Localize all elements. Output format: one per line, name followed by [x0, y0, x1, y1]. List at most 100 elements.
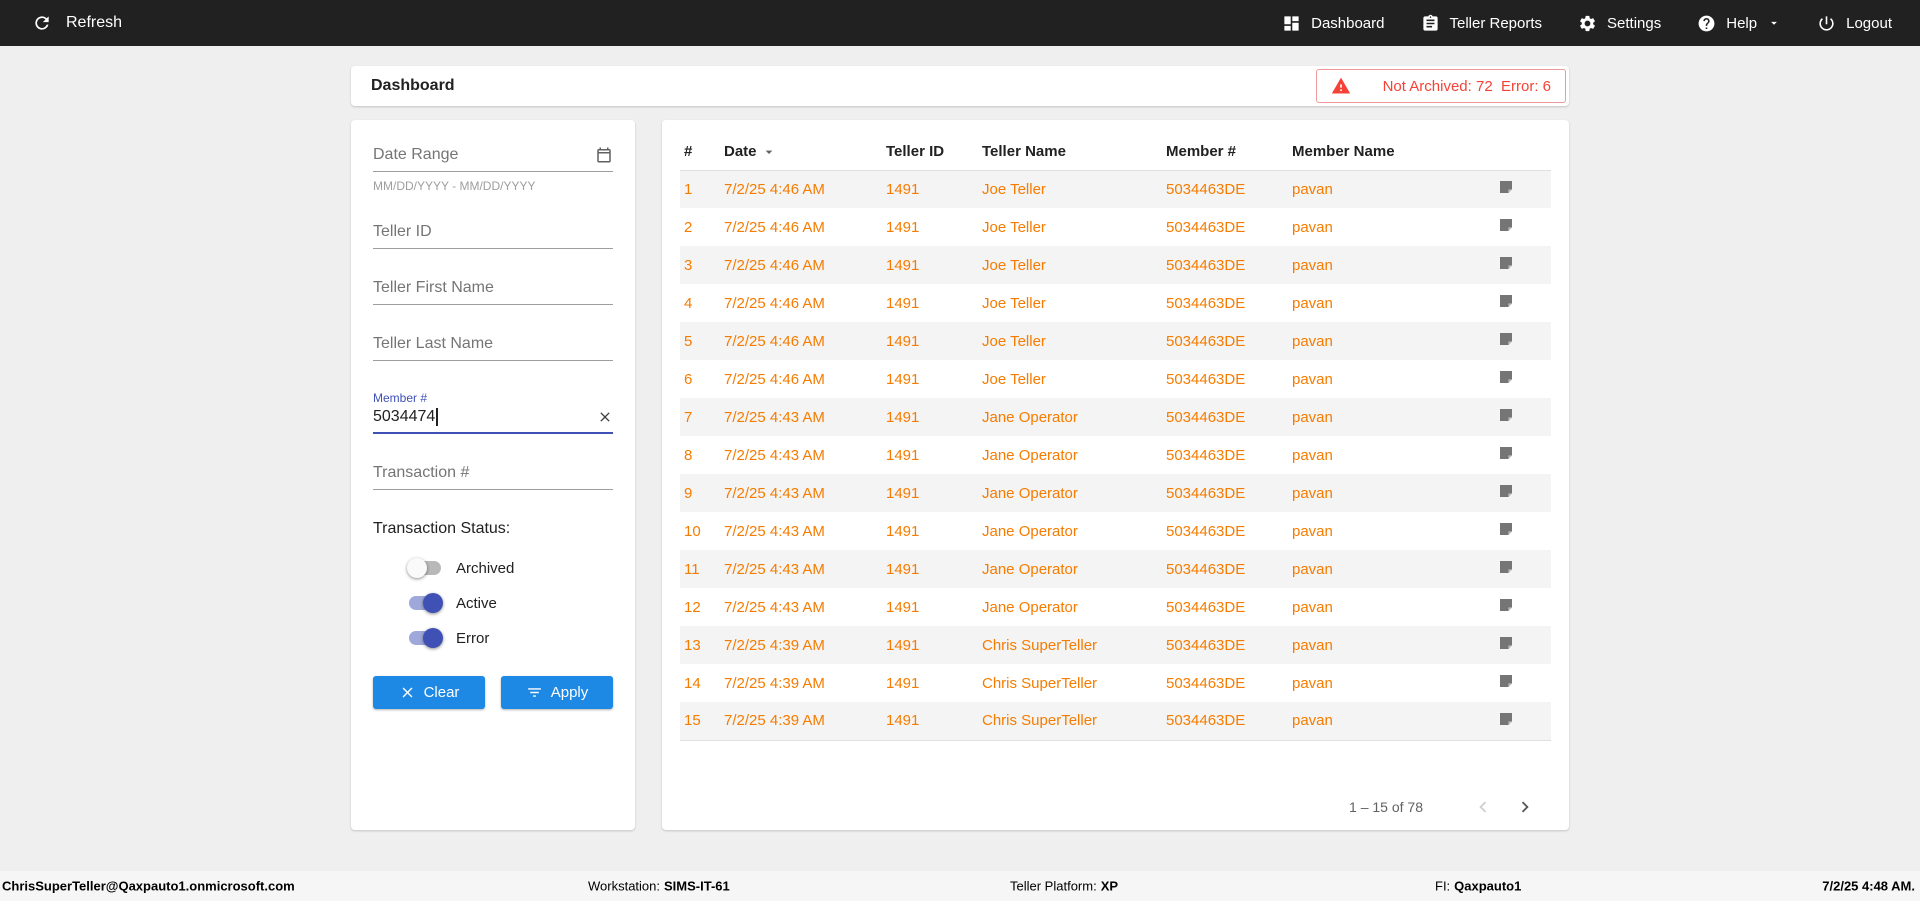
- nav-settings[interactable]: Settings: [1578, 14, 1661, 33]
- next-page-button[interactable]: [1511, 793, 1539, 821]
- row-member-number: 5034463DE: [1166, 636, 1246, 654]
- topbar-nav: Dashboard Teller Reports Settings Help L…: [1282, 14, 1892, 33]
- note-icon[interactable]: [1498, 711, 1514, 727]
- row-date: 7/2/25 4:39 AM: [724, 674, 825, 692]
- note-icon[interactable]: [1498, 255, 1514, 271]
- previous-page-button[interactable]: [1469, 793, 1497, 821]
- row-member-number: 5034463DE: [1166, 674, 1246, 692]
- table-row[interactable]: 9 7/2/25 4:43 AM 1491 Jane Operator 5034…: [680, 474, 1551, 512]
- date-range-input[interactable]: [373, 146, 595, 164]
- row-teller-id: 1491: [886, 218, 920, 236]
- col-header-member-num[interactable]: Member #: [1162, 134, 1288, 171]
- toggle-error[interactable]: Error: [373, 628, 613, 648]
- table-row[interactable]: 13 7/2/25 4:39 AM 1491 Chris SuperTeller…: [680, 626, 1551, 664]
- date-range-field: MM/DD/YYYY - MM/DD/YYYY: [373, 146, 613, 193]
- not-archived-alert[interactable]: Not Archived: 72 Error: 6: [1315, 69, 1566, 103]
- note-icon[interactable]: [1498, 521, 1514, 537]
- help-icon: [1697, 14, 1716, 33]
- member-number-label: Member #: [373, 391, 428, 405]
- table-row[interactable]: 10 7/2/25 4:43 AM 1491 Jane Operator 503…: [680, 512, 1551, 550]
- nav-dashboard[interactable]: Dashboard: [1282, 14, 1385, 33]
- row-date: 7/2/25 4:43 AM: [724, 446, 825, 464]
- note-icon[interactable]: [1498, 331, 1514, 347]
- row-member-name: pavan: [1292, 180, 1333, 198]
- row-date: 7/2/25 4:39 AM: [720, 702, 882, 741]
- note-icon[interactable]: [1498, 445, 1514, 461]
- col-header-teller-id[interactable]: Teller ID: [882, 134, 978, 171]
- current-datetime: 7/2/25 4:48 AM.: [1822, 878, 1915, 894]
- status-bar: ChrisSuperTeller@Qaxpauto1.onmicrosoft.c…: [0, 871, 1920, 901]
- note-icon[interactable]: [1498, 483, 1514, 499]
- note-icon[interactable]: [1498, 217, 1514, 233]
- teller-id-input[interactable]: [373, 223, 613, 241]
- row-member-name: pavan: [1292, 332, 1333, 350]
- table-row[interactable]: 11 7/2/25 4:43 AM 1491 Jane Operator 503…: [680, 550, 1551, 588]
- table-row[interactable]: 2 7/2/25 4:46 AM 1491 Joe Teller 5034463…: [680, 208, 1551, 246]
- nav-help-label: Help: [1726, 14, 1758, 32]
- clear-member-icon[interactable]: [597, 409, 613, 425]
- row-number: 2: [684, 218, 693, 236]
- row-teller-id: 1491: [886, 332, 920, 350]
- row-teller-id: 1491: [886, 560, 920, 578]
- refresh-button[interactable]: Refresh: [32, 13, 122, 33]
- member-number-input[interactable]: 5034474: [373, 408, 597, 426]
- row-member-number: 5034463DE: [1166, 256, 1246, 274]
- table-row[interactable]: 8 7/2/25 4:43 AM 1491 Jane Operator 5034…: [680, 436, 1551, 474]
- teller-first-name-input[interactable]: [373, 279, 613, 297]
- note-icon[interactable]: [1498, 635, 1514, 651]
- transaction-number-input[interactable]: [373, 464, 613, 482]
- filter-icon: [526, 684, 543, 701]
- note-icon[interactable]: [1498, 369, 1514, 385]
- reports-icon: [1421, 14, 1440, 33]
- col-header-member-name[interactable]: Member Name: [1288, 134, 1494, 171]
- table-row[interactable]: 15 7/2/25 4:39 AM 1491 Chris SuperTeller…: [680, 702, 1551, 741]
- toggle-archived[interactable]: Archived: [373, 558, 613, 578]
- toggle-active[interactable]: Active: [373, 593, 613, 613]
- col-header-num[interactable]: #: [680, 134, 720, 171]
- row-date: 7/2/25 4:46 AM: [724, 294, 825, 312]
- active-toggle[interactable]: [407, 593, 443, 613]
- error-toggle[interactable]: [407, 628, 443, 648]
- teller-last-name-field: [373, 335, 613, 361]
- calendar-icon[interactable]: [595, 146, 613, 164]
- note-icon[interactable]: [1498, 179, 1514, 195]
- refresh-label: Refresh: [66, 14, 123, 31]
- note-icon[interactable]: [1498, 559, 1514, 575]
- table-row[interactable]: 4 7/2/25 4:46 AM 1491 Joe Teller 5034463…: [680, 284, 1551, 322]
- note-icon[interactable]: [1498, 597, 1514, 613]
- row-date: 7/2/25 4:46 AM: [724, 218, 825, 236]
- row-date: 7/2/25 4:39 AM: [724, 636, 825, 654]
- teller-last-name-input[interactable]: [373, 335, 613, 353]
- sort-desc-icon: [761, 144, 777, 160]
- note-icon[interactable]: [1498, 673, 1514, 689]
- apply-button[interactable]: Apply: [501, 676, 613, 709]
- row-member-name: pavan: [1292, 408, 1333, 426]
- table-row[interactable]: 12 7/2/25 4:43 AM 1491 Jane Operator 503…: [680, 588, 1551, 626]
- row-teller-name: Joe Teller: [982, 370, 1046, 388]
- table-row[interactable]: 3 7/2/25 4:46 AM 1491 Joe Teller 5034463…: [680, 246, 1551, 284]
- table-row[interactable]: 6 7/2/25 4:46 AM 1491 Joe Teller 5034463…: [680, 360, 1551, 398]
- table-row[interactable]: 5 7/2/25 4:46 AM 1491 Joe Teller 5034463…: [680, 322, 1551, 360]
- row-teller-id: 1491: [886, 446, 920, 464]
- clear-button[interactable]: Clear: [373, 676, 485, 709]
- table-row[interactable]: 1 7/2/25 4:46 AM 1491 Joe Teller 5034463…: [680, 170, 1551, 208]
- note-icon[interactable]: [1498, 293, 1514, 309]
- row-date: 7/2/25 4:46 AM: [724, 370, 825, 388]
- archived-toggle[interactable]: [407, 558, 443, 578]
- transactions-table: # Date Teller ID Teller Name Member # Me…: [680, 134, 1551, 741]
- active-toggle-label: Active: [456, 594, 497, 612]
- note-icon[interactable]: [1498, 407, 1514, 423]
- col-header-teller-name[interactable]: Teller Name: [978, 134, 1162, 171]
- row-teller-id: 1491: [886, 408, 920, 426]
- table-row[interactable]: 7 7/2/25 4:43 AM 1491 Jane Operator 5034…: [680, 398, 1551, 436]
- col-header-date[interactable]: Date: [720, 134, 882, 171]
- row-member-number: 5034463DE: [1166, 370, 1246, 388]
- refresh-icon: [32, 13, 52, 33]
- nav-help[interactable]: Help: [1697, 14, 1781, 33]
- table-row[interactable]: 14 7/2/25 4:39 AM 1491 Chris SuperTeller…: [680, 664, 1551, 702]
- nav-teller-reports[interactable]: Teller Reports: [1421, 14, 1542, 33]
- gear-icon: [1578, 14, 1597, 33]
- row-number: 8: [684, 446, 693, 464]
- member-number-field: Member # 5034474: [373, 391, 613, 434]
- nav-logout[interactable]: Logout: [1817, 14, 1892, 33]
